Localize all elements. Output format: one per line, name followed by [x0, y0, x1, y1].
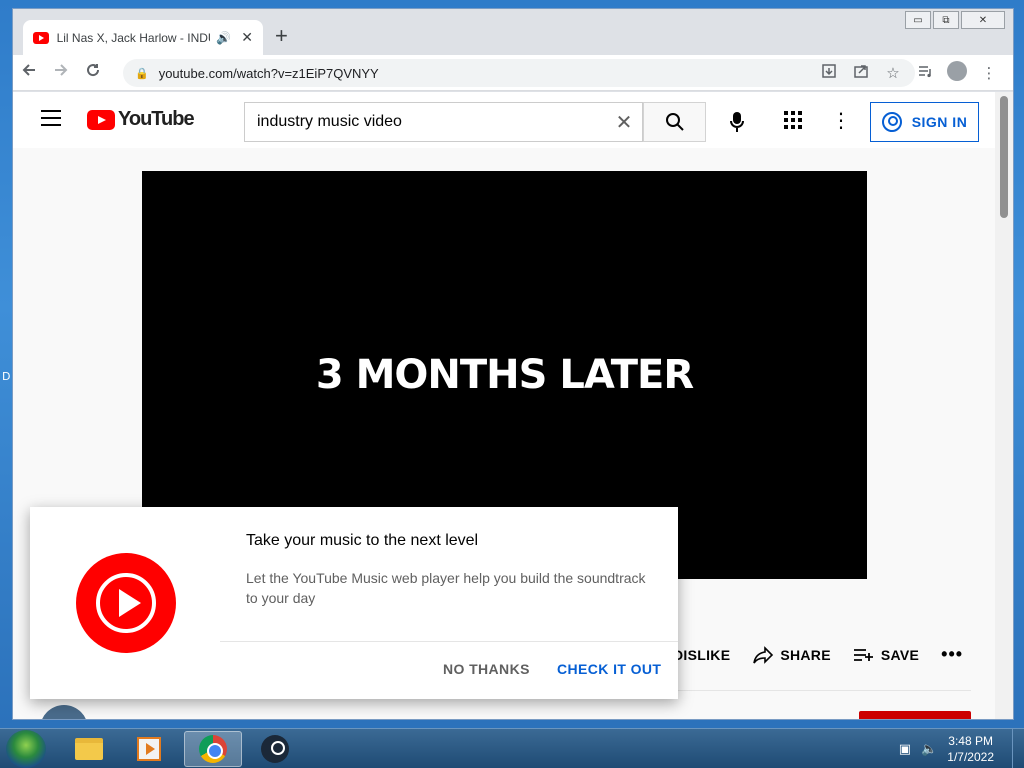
channel-avatar[interactable]: [40, 705, 88, 719]
clock-date: 1/7/2022: [947, 750, 994, 764]
youtube-music-logo-icon: [76, 553, 176, 653]
check-it-out-button[interactable]: CHECK IT OUT: [557, 661, 661, 677]
url-text: youtube.com/watch?v=z1EiP7QVNYY: [158, 65, 379, 81]
user-icon: [881, 112, 902, 132]
share-icon: [753, 645, 774, 664]
back-button[interactable]: [13, 62, 45, 83]
apps-grid-button[interactable]: [781, 108, 805, 132]
lock-icon: 🔒: [135, 67, 149, 80]
folder-icon: [75, 738, 103, 760]
taskbar-steam[interactable]: [246, 731, 304, 767]
microphone-icon: [730, 112, 744, 132]
network-icon[interactable]: ▣: [899, 741, 911, 757]
speaker-icon[interactable]: 🔊: [216, 31, 231, 45]
promo-divider: [220, 641, 678, 642]
sign-in-label: SIGN IN: [911, 114, 968, 130]
save-button[interactable]: SAVE: [853, 647, 919, 663]
forward-arrow-icon: [55, 64, 68, 76]
youtube-favicon-icon: [33, 31, 49, 44]
scrollbar-thumb[interactable]: [1000, 96, 1008, 218]
start-button[interactable]: [6, 730, 46, 768]
system-tray: ▣ 🔈 3:48 PM 1/7/2022: [899, 729, 1024, 768]
video-actions: DISLIKE SHARE SAVE •••: [673, 644, 985, 665]
toolbar-icons: ☆ ⋮: [813, 55, 1005, 91]
subscribe-button[interactable]: [859, 711, 971, 719]
restore-button[interactable]: ⧉: [933, 11, 959, 29]
sign-in-button[interactable]: SIGN IN: [870, 102, 979, 142]
media-control-icon[interactable]: [909, 63, 941, 83]
youtube-logo-text: YouTube: [118, 108, 195, 130]
media-player-icon: [137, 737, 161, 761]
more-actions-button[interactable]: •••: [941, 644, 963, 665]
search-icon: [665, 113, 684, 131]
save-label: SAVE: [880, 646, 920, 663]
hamburger-menu-icon[interactable]: [41, 110, 61, 131]
search-input-value: industry music video: [257, 113, 402, 130]
show-desktop-button[interactable]: [1012, 729, 1024, 768]
clock-time: 3:48 PM: [948, 734, 993, 748]
save-playlist-icon: [853, 648, 873, 661]
browser-tab[interactable]: Lil Nas X, Jack Harlow - INDUSTRY BABY 🔊…: [23, 20, 263, 55]
voice-search-button[interactable]: [717, 102, 757, 142]
steam-icon: [261, 735, 289, 763]
promo-description: Let the YouTube Music web player help yo…: [246, 570, 646, 606]
forward-button[interactable]: [45, 62, 77, 83]
title-bar: Lil Nas X, Jack Harlow - INDUSTRY BABY 🔊…: [13, 9, 1013, 55]
new-tab-button[interactable]: +: [275, 23, 288, 49]
clock[interactable]: 3:48 PM 1/7/2022: [947, 733, 994, 765]
bookmark-star-icon[interactable]: ☆: [877, 64, 909, 82]
dislike-label: DISLIKE: [673, 646, 731, 663]
share-button[interactable]: SHARE: [752, 645, 831, 664]
page-scrollbar[interactable]: [995, 92, 1013, 719]
share-page-icon[interactable]: [845, 63, 877, 83]
window-close-button[interactable]: ✕: [961, 11, 1005, 29]
back-arrow-icon: [22, 64, 35, 76]
share-label: SHARE: [780, 646, 831, 663]
taskbar-media-player[interactable]: [120, 731, 178, 767]
chrome-icon: [199, 735, 227, 763]
promo-title: Take your music to the next level: [246, 532, 479, 549]
search-button[interactable]: [643, 102, 706, 142]
profile-avatar[interactable]: [941, 61, 973, 85]
no-thanks-button[interactable]: NO THANKS: [443, 661, 530, 677]
browser-menu-icon[interactable]: ⋮: [973, 64, 1005, 82]
youtube-music-promo-dialog: Take your music to the next level Let th…: [30, 507, 678, 699]
address-bar[interactable]: 🔒 youtube.com/watch?v=z1EiP7QVNYY: [123, 59, 915, 87]
settings-more-icon[interactable]: ⋮: [831, 108, 851, 132]
volume-icon[interactable]: 🔈: [921, 741, 937, 757]
install-icon[interactable]: [813, 63, 845, 83]
tab-close-icon[interactable]: ✕: [241, 29, 253, 46]
youtube-logo-icon: [87, 109, 115, 130]
minimize-button[interactable]: ▭: [905, 11, 931, 29]
clear-search-icon[interactable]: ✕: [606, 110, 642, 135]
reload-icon: [87, 64, 100, 77]
video-frame-caption: 3 MONTHS LATER: [315, 352, 694, 398]
tab-title: Lil Nas X, Jack Harlow - INDUSTRY BABY: [56, 30, 211, 45]
youtube-header: YouTube industry music video ✕ ⋮ SIGN IN: [13, 92, 997, 148]
browser-toolbar: 🔒 youtube.com/watch?v=z1EiP7QVNYY ☆ ⋮: [13, 55, 1013, 91]
windows-taskbar: ▣ 🔈 3:48 PM 1/7/2022: [0, 728, 1024, 768]
apps-grid-icon: [784, 111, 802, 129]
search-input[interactable]: industry music video ✕: [244, 102, 643, 142]
taskbar-chrome[interactable]: [184, 731, 242, 767]
reload-button[interactable]: [77, 62, 109, 83]
youtube-logo[interactable]: YouTube: [87, 108, 195, 131]
dislike-button[interactable]: DISLIKE: [673, 647, 730, 663]
window-controls: ▭ ⧉ ✕: [903, 11, 1005, 29]
taskbar-file-explorer[interactable]: [60, 731, 118, 767]
desktop-edge-letter: D: [2, 370, 11, 383]
